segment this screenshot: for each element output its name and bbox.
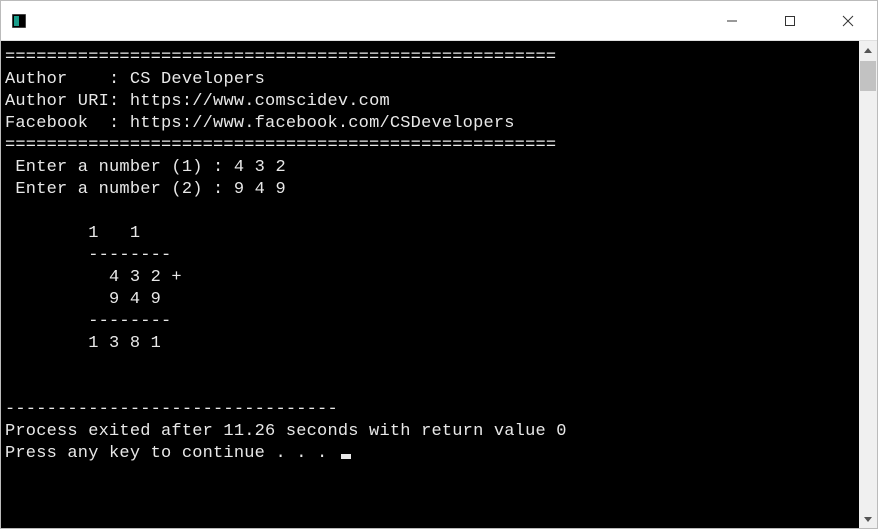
app-icon	[11, 13, 27, 29]
dash-row: --------	[5, 312, 171, 331]
prompt-2: Enter a number (2) :	[5, 180, 234, 199]
carry-row: 1 1	[5, 224, 140, 243]
console-output[interactable]: ========================================…	[1, 41, 859, 528]
scroll-thumb[interactable]	[860, 61, 876, 91]
input-2: 9 4 9	[234, 180, 286, 199]
window-controls	[703, 1, 877, 41]
author-uri-value: https://www.comscidev.com	[130, 92, 390, 111]
author-value: CS Developers	[130, 70, 265, 89]
scroll-down-button[interactable]	[859, 510, 877, 528]
divider-line: ========================================…	[5, 136, 556, 155]
cursor	[341, 454, 351, 459]
exit-line: Process exited after 11.26 seconds with …	[5, 422, 567, 441]
exit-dashes: --------------------------------	[5, 400, 338, 419]
operand-2-row: 9 4 9	[5, 290, 161, 309]
press-key-line: Press any key to continue . . .	[5, 444, 338, 463]
titlebar[interactable]	[1, 1, 877, 41]
author-label: Author :	[5, 70, 130, 89]
author-uri-label: Author URI:	[5, 92, 130, 111]
operand-1-row: 4 3 2 +	[5, 268, 182, 287]
facebook-label: Facebook :	[5, 114, 130, 133]
close-button[interactable]	[819, 1, 877, 41]
facebook-value: https://www.facebook.com/CSDevelopers	[130, 114, 515, 133]
scroll-up-button[interactable]	[859, 41, 877, 59]
maximize-button[interactable]	[761, 1, 819, 41]
console-area: ========================================…	[1, 41, 877, 528]
window-frame: ========================================…	[0, 0, 878, 529]
prompt-1: Enter a number (1) :	[5, 158, 234, 177]
result-row: 1 3 8 1	[5, 334, 161, 353]
divider-line: ========================================…	[5, 48, 556, 67]
input-1: 4 3 2	[234, 158, 286, 177]
dash-row: --------	[5, 246, 171, 265]
scrollbar[interactable]	[859, 41, 877, 528]
minimize-button[interactable]	[703, 1, 761, 41]
